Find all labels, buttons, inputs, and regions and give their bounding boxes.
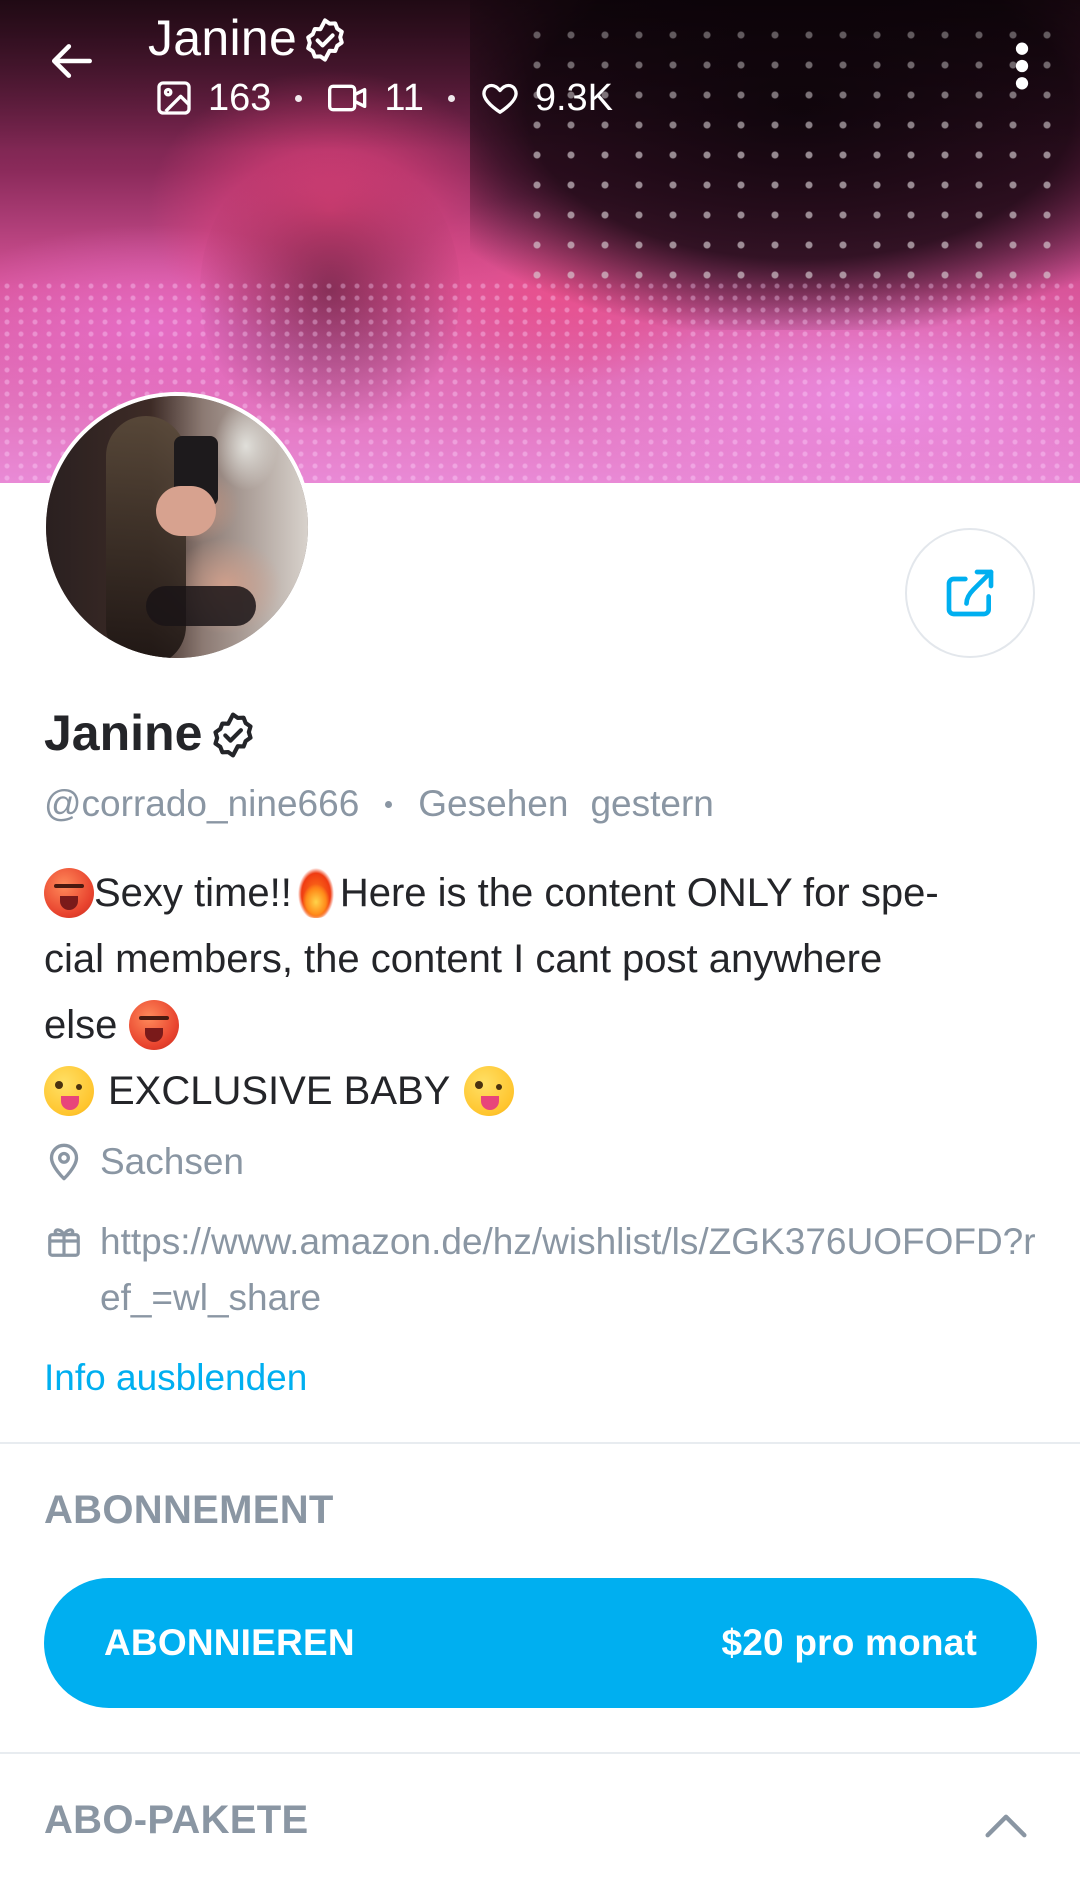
section-divider <box>0 1752 1080 1754</box>
location-text: Sachsen <box>100 1141 244 1182</box>
avatar[interactable] <box>42 392 312 662</box>
image-icon <box>157 81 191 115</box>
verified-badge-icon <box>213 712 253 758</box>
collapse-bundles-button[interactable] <box>976 1796 1036 1856</box>
winking-tongue-emoji <box>44 1066 94 1116</box>
likes-count: 9.3K <box>534 77 614 119</box>
separator-dot <box>295 94 303 102</box>
profile-handle[interactable]: @corrado_nine666 <box>44 780 359 828</box>
subscribe-button-label: ABONNIEREN <box>104 1622 355 1663</box>
videos-count: 11 <box>384 77 424 119</box>
share-icon <box>946 569 994 617</box>
wishlist-link[interactable]: https://www.amazon.de/hz/wishlist/ls/ZGK… <box>100 1214 1040 1326</box>
map-pin-icon <box>49 1143 79 1181</box>
winking-tongue-emoji <box>464 1066 515 1116</box>
profile-name: Janine <box>44 700 258 766</box>
verified-badge-icon <box>306 18 344 62</box>
bio-text: Sexy time!! <box>94 871 292 915</box>
videos-stat: 11 <box>326 74 424 122</box>
hide-info-link[interactable]: Info ausblenden <box>44 1350 307 1406</box>
last-seen-value: gestern <box>590 783 714 824</box>
bio-text: Here is the content ONLY for spe- <box>339 871 939 915</box>
fire-emoji <box>295 868 336 918</box>
profile-display-name: Janine <box>44 705 203 761</box>
video-icon <box>328 84 367 112</box>
bio-text: cial members, the content I cant post an… <box>44 937 883 981</box>
location-row: Sachsen <box>44 1134 244 1190</box>
separator-dot <box>385 800 393 808</box>
hot-face-emoji <box>129 1000 180 1050</box>
heart-icon <box>482 83 518 114</box>
bundles-section-title[interactable]: ABO-PAKETE <box>44 1792 308 1848</box>
bio-line: else <box>44 992 1044 1058</box>
section-divider <box>0 1442 1080 1444</box>
separator-dot <box>447 94 455 102</box>
more-options-button[interactable] <box>1000 36 1044 96</box>
gift-icon <box>48 1228 80 1257</box>
chevron-up-icon <box>985 1814 1027 1838</box>
back-button[interactable] <box>42 30 104 92</box>
likes-stat: 9.3K <box>479 74 613 122</box>
subscribe-price: $20 pro monat <box>721 1622 977 1663</box>
last-seen-label: Gesehen <box>418 783 569 824</box>
bio: Sexy time!! Here is the content ONLY for… <box>44 860 1044 1124</box>
bio-line: cial members, the content I cant post an… <box>44 926 1044 992</box>
photos-count: 163 <box>208 77 272 119</box>
bio-text: EXCLUSIVE BABY <box>108 1069 451 1113</box>
subscription-section-title: ABONNEMENT <box>44 1488 334 1532</box>
bio-line: EXCLUSIVE BABY <box>44 1058 1044 1124</box>
top-bar: Janine 163 11 9.3K <box>0 0 1080 140</box>
bio-line: Sexy time!! Here is the content ONLY for… <box>44 860 1044 926</box>
wishlist-row: https://www.amazon.de/hz/wishlist/ls/ZGK… <box>44 1214 1044 1326</box>
more-vertical-icon <box>1015 42 1029 90</box>
subscribe-button[interactable]: ABONNIEREN $20 pro monat <box>44 1578 1037 1708</box>
header-name: Janine <box>148 10 298 66</box>
hot-face-emoji <box>44 868 94 918</box>
header-title: Janine <box>148 8 349 68</box>
profile-meta: @corrado_nine666 Gesehen gestern <box>44 780 714 828</box>
bio-text: else <box>44 1003 118 1047</box>
arrow-left-icon <box>51 44 92 78</box>
header-stats: 163 11 9.3K <box>154 74 613 122</box>
share-button[interactable] <box>905 528 1035 658</box>
photos-stat: 163 <box>154 74 271 122</box>
